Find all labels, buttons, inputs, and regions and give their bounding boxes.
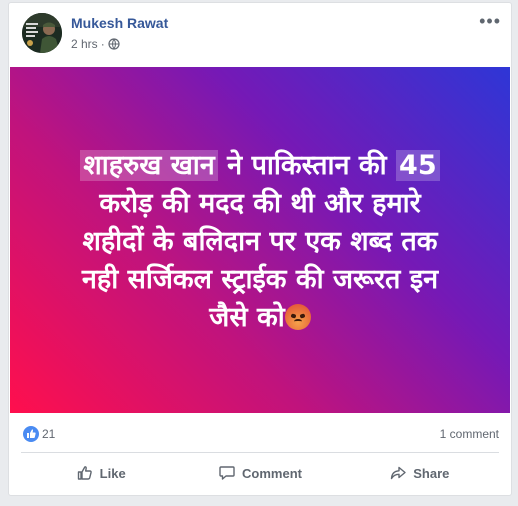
post-stats: 21 1 comment [21, 425, 499, 445]
avatar[interactable] [22, 13, 62, 53]
author-name[interactable]: Mukesh Rawat [71, 15, 168, 31]
post-text: शाहरुख खान ने पाकिस्तान की 45 करोड़ की म… [35, 147, 485, 337]
post-image[interactable]: शाहरुख खान ने पाकिस्तान की 45 करोड़ की म… [10, 67, 510, 413]
share-icon [391, 466, 406, 480]
comment-count[interactable]: 1 comment [440, 427, 499, 441]
post-text-line-3: शहीदों के बलिदान पर एक शब्द तक [82, 226, 438, 257]
post-meta: 2 hrs · [71, 37, 120, 51]
like-count[interactable]: 21 [42, 427, 55, 441]
highlighted-name: शाहरुख खान [80, 150, 218, 181]
like-button[interactable]: Like [21, 455, 180, 491]
share-button[interactable]: Share [340, 455, 499, 491]
post-card: Mukesh Rawat 2 hrs · ••• शाहरुख खान ने प… [8, 2, 512, 496]
post-text-line-5: जैसे को [35, 299, 485, 337]
highlighted-number: 45 [396, 150, 440, 181]
comment-label: Comment [242, 465, 302, 481]
comment-icon [219, 466, 235, 480]
more-options-icon[interactable]: ••• [479, 11, 501, 32]
post-text-line-1: शाहरुख खान ने पाकिस्तान की 45 [35, 147, 485, 185]
comment-button[interactable]: Comment [180, 455, 339, 491]
post-text-segment: ने पाकिस्तान की [217, 150, 397, 181]
avatar-image [22, 13, 62, 53]
divider [21, 452, 499, 453]
angry-face-emoji [284, 304, 311, 330]
post-text-line-4: नही सर्जिकल स्ट्राईक की जरूरत इन [81, 264, 439, 295]
globe-icon[interactable] [108, 38, 120, 50]
share-label: Share [413, 465, 450, 481]
meta-separator: · [100, 37, 105, 51]
action-bar: Like Comment Share [21, 455, 499, 491]
like-reaction-icon[interactable] [23, 426, 39, 442]
post-text-line-2: करोड़ की मदद की थी और हमारे [99, 188, 421, 219]
post-text-segment: जैसे को [209, 302, 285, 333]
like-label: Like [99, 465, 126, 481]
post-time[interactable]: 2 hrs [71, 37, 98, 51]
thumbs-up-icon [77, 466, 92, 480]
